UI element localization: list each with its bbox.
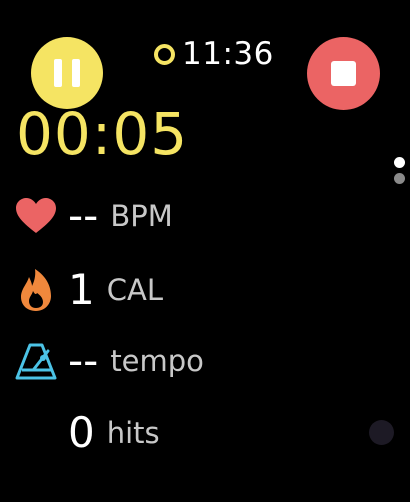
heart-rate-value: -- (68, 191, 99, 240)
flame-icon (14, 268, 58, 312)
pause-icon-bar (72, 59, 80, 87)
page-dot-active (394, 157, 405, 168)
metronome-icon (14, 339, 58, 383)
hits-row: 0 hits (68, 408, 160, 458)
stop-button[interactable] (307, 37, 380, 110)
stop-icon (331, 61, 356, 86)
heart-rate-row: -- BPM (14, 191, 173, 241)
workout-status-icon (154, 44, 175, 65)
tempo-row: -- tempo (14, 336, 204, 386)
background-dot (369, 420, 394, 445)
page-indicator[interactable] (394, 157, 405, 189)
heart-rate-unit: BPM (110, 199, 173, 233)
hits-value: 0 (68, 408, 95, 457)
elapsed-time: 00:05 (16, 100, 189, 168)
page-dot-inactive (394, 173, 405, 184)
tempo-unit: tempo (110, 344, 204, 378)
calories-row: 1 CAL (14, 265, 163, 315)
calories-value: 1 (68, 265, 95, 314)
heart-icon (14, 194, 58, 238)
tempo-value: -- (68, 336, 99, 385)
pause-icon (54, 59, 62, 87)
calories-unit: CAL (106, 273, 163, 307)
pause-button[interactable] (31, 37, 103, 109)
hits-unit: hits (106, 416, 160, 450)
clock-time: 11:36 (182, 36, 274, 72)
